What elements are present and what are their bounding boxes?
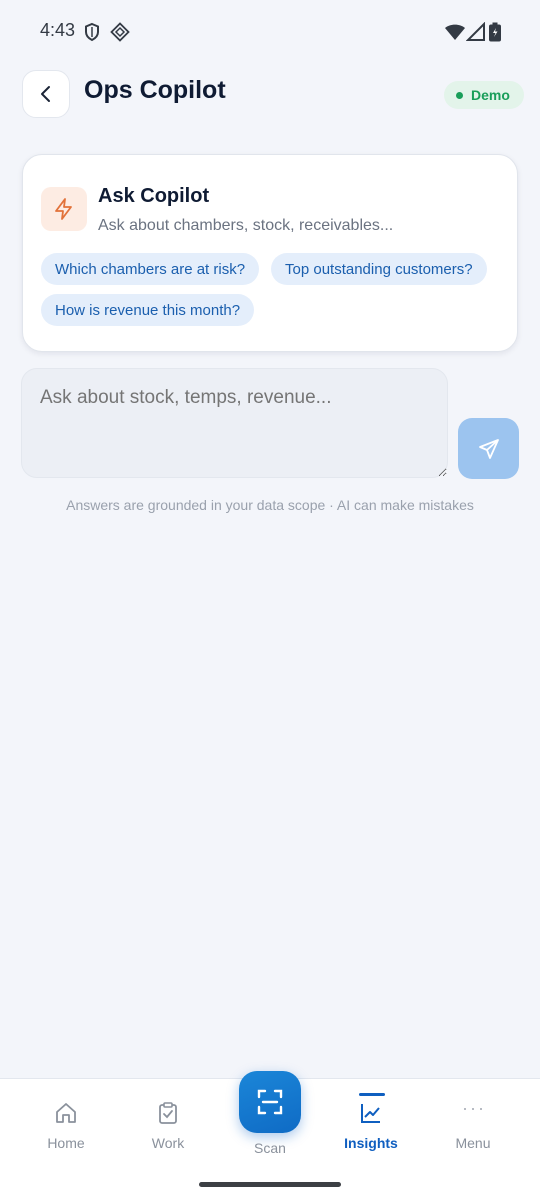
back-button[interactable] — [22, 70, 70, 118]
active-tab-indicator — [359, 1093, 385, 1096]
signal-icon — [466, 22, 485, 41]
send-icon — [478, 438, 499, 459]
disclaimer: Answers are grounded in your data scope … — [66, 497, 474, 513]
suggestion-chip[interactable]: How is revenue this month? — [41, 294, 255, 326]
suggestion-chip[interactable]: Top outstanding customers? — [271, 253, 487, 285]
more-icon — [464, 1108, 482, 1110]
page-title: Ops Copilot — [84, 76, 226, 104]
home-icon — [56, 1103, 76, 1123]
battery-icon — [489, 22, 501, 42]
status-time: 4:43 — [40, 20, 76, 40]
gesture-bar — [199, 1182, 341, 1187]
demo-badge-label: Demo — [471, 87, 510, 103]
card-subtitle: Ask about chambers, stock, receivables..… — [98, 217, 394, 234]
card-title: Ask Copilot — [98, 185, 210, 207]
status-bar: 4:43 — [0, 0, 540, 64]
suggestion-chip[interactable]: Which chambers are at risk? — [41, 253, 260, 285]
nav-home[interactable]: Home — [16, 1079, 116, 1169]
clipboard-icon — [159, 1102, 177, 1124]
demo-badge: Demo — [444, 81, 524, 109]
nav-home-label: Home — [47, 1135, 85, 1151]
diamond-icon — [110, 22, 130, 42]
ask-copilot-card: Ask Copilot Ask about chambers, stock, r… — [22, 154, 518, 352]
chart-icon — [361, 1104, 380, 1123]
nav-work-label: Work — [151, 1135, 185, 1151]
nav-menu-label: Menu — [455, 1135, 491, 1151]
nav-work[interactable]: Work — [118, 1079, 218, 1169]
nav-scan-label: Scan — [254, 1140, 286, 1156]
scan-button[interactable] — [239, 1071, 301, 1133]
nav-menu[interactable]: Menu — [423, 1079, 523, 1169]
nav-insights-label: Insights — [344, 1135, 398, 1151]
lightning-icon — [41, 187, 87, 231]
ask-input[interactable] — [21, 368, 448, 478]
chevron-left-icon — [41, 86, 50, 102]
shield-icon — [85, 22, 99, 42]
wifi-icon — [445, 24, 465, 40]
scan-icon — [257, 1089, 283, 1115]
send-button[interactable] — [458, 418, 519, 479]
status-dot — [456, 91, 463, 99]
